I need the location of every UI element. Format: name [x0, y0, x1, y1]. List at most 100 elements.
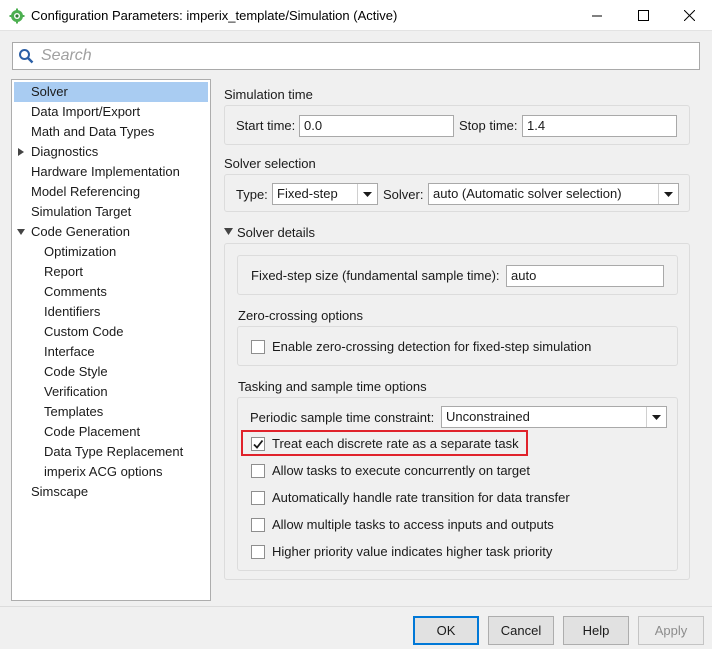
tree-item-diagnostics[interactable]: Diagnostics	[14, 142, 204, 162]
tree-item-identifiers[interactable]: Identifiers	[14, 302, 204, 322]
divider	[0, 606, 712, 607]
zero-crossing-group: Enable zero-crossing detection for fixed…	[237, 326, 678, 366]
fixed-step-label: Fixed-step size (fundamental sample time…	[251, 268, 500, 283]
tree-item-custom-code[interactable]: Custom Code	[14, 322, 204, 342]
stop-time-label: Stop time:	[459, 118, 518, 133]
tree-item-label: Comments	[44, 284, 107, 299]
search-box[interactable]	[12, 42, 700, 70]
tree-item-label: Optimization	[44, 244, 117, 259]
solver-selection-heading: Solver selection	[224, 156, 316, 171]
maximize-icon	[637, 10, 649, 21]
tree-item-imperix-acg-options[interactable]: imperix ACG options	[14, 462, 204, 482]
tree-item-simscape[interactable]: Simscape	[14, 482, 204, 502]
tree-item-label: Code Placement	[44, 424, 141, 439]
search-input[interactable]	[39, 45, 689, 67]
tasking-heading: Tasking and sample time options	[238, 379, 427, 394]
zero-crossing-heading: Zero-crossing options	[238, 308, 363, 323]
sample-time-constraint-dropdown[interactable]: Unconstrained	[441, 406, 667, 428]
expanded-arrow-icon[interactable]	[17, 228, 25, 236]
checkbox-label: Allow multiple tasks to access inputs an…	[272, 517, 554, 532]
tree-item-label: Math and Data Types	[31, 124, 155, 139]
help-button[interactable]: Help	[563, 616, 629, 645]
checkbox-label: Allow tasks to execute concurrently on t…	[272, 463, 530, 478]
category-tree: Solver Data Import/Export Math and Data Ty…	[11, 79, 211, 601]
type-value: Fixed-step	[277, 186, 338, 201]
sample-time-constraint-value: Unconstrained	[446, 409, 530, 424]
tasking-group: Periodic sample time constraint: Unconst…	[237, 397, 678, 571]
simulink-gear-icon	[9, 8, 25, 24]
solver-details-heading[interactable]: Solver details	[237, 225, 315, 240]
tree-item-label: Interface	[44, 344, 95, 359]
tree-item-label: Solver	[31, 84, 68, 99]
checkbox[interactable]	[251, 545, 265, 559]
type-label: Type:	[236, 187, 268, 202]
tree-item-label: imperix ACG options	[44, 464, 163, 479]
tree-item-label: Simscape	[31, 484, 89, 499]
checkbox[interactable]	[251, 491, 265, 505]
start-time-label: Start time:	[236, 118, 296, 133]
stop-time-field[interactable]: 1.4	[522, 115, 677, 137]
minimize-button[interactable]	[574, 0, 620, 31]
collapsed-arrow-icon[interactable]	[17, 148, 25, 156]
maximize-button[interactable]	[620, 0, 666, 31]
close-icon	[683, 10, 695, 21]
solver-value: auto (Automatic solver selection)	[433, 186, 622, 201]
tree-item-label: Custom Code	[44, 324, 124, 339]
collapse-arrow-icon[interactable]	[224, 228, 233, 235]
checkbox[interactable]	[251, 340, 265, 354]
simulation-time-group: Start time: 0.0 Stop time: 1.4	[224, 105, 690, 145]
tree-item-label: Simulation Target	[31, 204, 132, 219]
tree-item-label: Templates	[44, 404, 104, 419]
tree-item-data-type-replacement[interactable]: Data Type Replacement	[14, 442, 204, 462]
tree-item-label: Data Import/Export	[31, 104, 141, 119]
checkbox-label: Enable zero-crossing detection for fixed…	[272, 339, 592, 354]
apply-button[interactable]: Apply	[638, 616, 704, 645]
tree-item-hardware-implementation[interactable]: Hardware Implementation	[14, 162, 204, 182]
solver-dropdown[interactable]: auto (Automatic solver selection)	[428, 183, 679, 205]
simulation-time-heading: Simulation time	[224, 87, 313, 102]
tree-item-label: Code Generation	[31, 224, 131, 239]
ok-button[interactable]: OK	[413, 616, 479, 645]
tree-item-comments[interactable]: Comments	[14, 282, 204, 302]
tree-item-solver[interactable]: Solver	[14, 82, 208, 102]
tree-item-math-and-data-types[interactable]: Math and Data Types	[14, 122, 204, 142]
checkbox-label: Automatically handle rate transition for…	[272, 490, 570, 505]
start-time-field[interactable]: 0.0	[299, 115, 454, 137]
solver-selection-group: Type: Fixed-step Solver: auto (Automatic…	[224, 174, 690, 212]
tree-item-code-placement[interactable]: Code Placement	[14, 422, 204, 442]
tree-item-label: Diagnostics	[31, 144, 99, 159]
tree-item-label: Code Style	[44, 364, 108, 379]
tree-item-report[interactable]: Report	[14, 262, 204, 282]
solver-label: Solver:	[383, 187, 424, 202]
tree-item-code-generation[interactable]: Code Generation	[14, 222, 204, 242]
type-dropdown[interactable]: Fixed-step	[272, 183, 378, 205]
tree-item-interface[interactable]: Interface	[14, 342, 204, 362]
tree-item-label: Model Referencing	[31, 184, 141, 199]
tree-item-code-style[interactable]: Code Style	[14, 362, 204, 382]
tree-item-label: Hardware Implementation	[31, 164, 180, 179]
chevron-down-icon	[646, 407, 666, 427]
window-title: Configuration Parameters: imperix_templa…	[31, 8, 398, 23]
chevron-down-icon	[658, 184, 678, 204]
title-bar: Configuration Parameters: imperix_templa…	[0, 0, 712, 31]
checkbox[interactable]	[251, 518, 265, 532]
tree-item-data-import-export[interactable]: Data Import/Export	[14, 102, 204, 122]
tree-item-label: Verification	[44, 384, 108, 399]
solver-details-group: Fixed-step size (fundamental sample time…	[224, 243, 690, 580]
tree-item-label: Identifiers	[44, 304, 101, 319]
tree-item-optimization[interactable]: Optimization	[14, 242, 204, 262]
checkbox-label: Higher priority value indicates higher t…	[272, 544, 553, 559]
tree-item-simulation-target[interactable]: Simulation Target	[14, 202, 204, 222]
cancel-button[interactable]: Cancel	[488, 616, 554, 645]
tree-item-verification[interactable]: Verification	[14, 382, 204, 402]
sample-time-constraint-label: Periodic sample time constraint:	[250, 410, 435, 425]
tree-item-label: Report	[44, 264, 84, 279]
minimize-icon	[591, 15, 602, 17]
fixed-step-field[interactable]: auto	[506, 265, 664, 287]
close-button[interactable]	[666, 0, 712, 31]
fixed-step-group: Fixed-step size (fundamental sample time…	[237, 255, 678, 295]
checkbox[interactable]	[251, 464, 265, 478]
tree-item-model-referencing[interactable]: Model Referencing	[14, 182, 204, 202]
chevron-down-icon	[357, 184, 377, 204]
tree-item-templates[interactable]: Templates	[14, 402, 204, 422]
